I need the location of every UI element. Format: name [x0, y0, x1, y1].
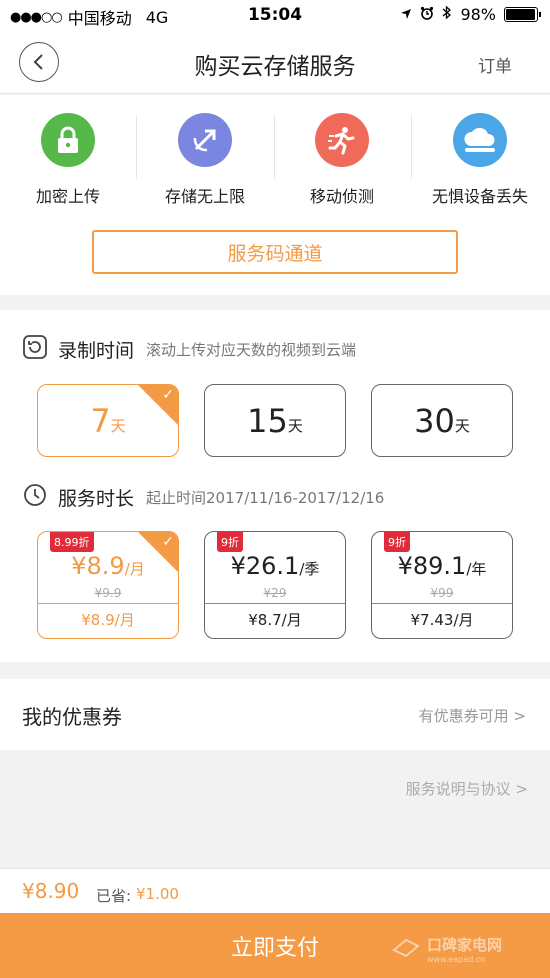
- plan-option-monthly[interactable]: 8.99折 ¥8.9/月 ¥9.9 ¥8.9/月 ✓: [37, 531, 179, 639]
- feature-label: 移动侦测: [309, 187, 374, 206]
- plan-option-quarterly[interactable]: 9折 ¥26.1/季 ¥29 ¥8.7/月: [204, 531, 346, 639]
- original-price: ¥9.9: [94, 586, 122, 600]
- orders-link[interactable]: 订单: [478, 52, 512, 77]
- original-price: ¥99: [430, 586, 454, 600]
- days-unit: 天: [454, 417, 470, 435]
- monthly-price: ¥8.7/月: [248, 611, 302, 629]
- saved-label: 已省:: [96, 887, 132, 905]
- bluetooth-icon: [442, 5, 452, 24]
- saved-amount: ¥1.00: [136, 885, 179, 903]
- plans-panel: 录制时间 滚动上传对应天数的视频到云端 7 天 ✓ 15 天 30 天 服务时长…: [0, 310, 550, 662]
- plan-period: /年: [466, 560, 487, 578]
- days-option-30[interactable]: 30 天: [371, 384, 513, 457]
- page-title: 购买云存储服务: [194, 54, 356, 80]
- days-option-7[interactable]: 7 天 ✓: [37, 384, 179, 457]
- features-panel: 加密上传 存储无上限 移动侦测 无惧设备丢失 服务码通道: [0, 95, 550, 295]
- coupon-row[interactable]: 我的优惠券 有优惠券可用 >: [0, 679, 550, 750]
- discount-badge: 9折: [384, 532, 410, 552]
- battery-percent: 98%: [460, 5, 496, 24]
- feature-label: 加密上传: [35, 187, 100, 206]
- monthly-price: ¥7.43/月: [410, 611, 474, 629]
- discount-badge: 9折: [217, 532, 243, 552]
- service-duration-header: 服务时长 起止时间2017/11/16-2017/12/16: [22, 482, 384, 512]
- pay-now-label: 立即支付: [230, 935, 319, 961]
- watermark: 口碑家电网 www.eapad.cn: [391, 934, 502, 964]
- feature-device-loss: 无惧设备丢失: [412, 113, 548, 207]
- days-value: 15: [247, 401, 288, 440]
- days-option-15[interactable]: 15 天: [204, 384, 346, 457]
- status-bar: ●●●○○ 中国移动 4G 15:04 98%: [0, 0, 550, 30]
- original-price: ¥29: [263, 586, 287, 600]
- days-value: 7: [90, 401, 111, 440]
- checkmark-icon: ✓: [162, 534, 174, 550]
- coupon-label: 我的优惠券: [22, 705, 122, 729]
- plan-price: ¥26.1: [230, 552, 300, 580]
- days-unit: 天: [110, 417, 126, 435]
- coupon-available-link[interactable]: 有优惠券可用 >: [419, 705, 526, 726]
- plan-price-area: 9折 ¥89.1/年 ¥99: [372, 532, 512, 604]
- service-duration-subtitle: 起止时间2017/11/16-2017/12/16: [146, 488, 385, 507]
- watermark-url: www.eapad.cn: [426, 955, 486, 964]
- service-code-button[interactable]: 服务码通道: [92, 230, 458, 274]
- order-summary: ¥8.90 已省: ¥1.00: [0, 868, 550, 913]
- feature-encrypted-upload: 加密上传: [0, 113, 136, 207]
- feature-unlimited-storage: 存储无上限: [137, 113, 273, 207]
- total-price: ¥8.90: [22, 879, 80, 903]
- plan-price: ¥8.9: [71, 552, 125, 580]
- recording-time-title: 录制时间: [58, 339, 135, 362]
- lock-icon: [41, 113, 95, 167]
- discount-badge: 8.99折: [50, 532, 94, 552]
- feature-label: 存储无上限: [164, 187, 245, 206]
- battery-icon: [504, 7, 541, 22]
- plan-option-yearly[interactable]: 9折 ¥89.1/年 ¥99 ¥7.43/月: [371, 531, 513, 639]
- watermark-text: 口碑家电网: [426, 936, 502, 954]
- checkmark-icon: ✓: [162, 387, 174, 403]
- replay-icon: [22, 334, 48, 364]
- location-arrow-icon: [400, 5, 412, 24]
- plan-price-area: 9折 ¥26.1/季 ¥29: [205, 532, 345, 604]
- alarm-icon: [420, 5, 434, 24]
- plan-price: ¥89.1: [397, 552, 467, 580]
- service-terms-link[interactable]: 服务说明与协议 >: [406, 778, 528, 799]
- monthly-price: ¥8.9/月: [81, 611, 135, 629]
- feature-label: 无惧设备丢失: [431, 187, 528, 206]
- nav-bar: 购买云存储服务 订单: [0, 30, 550, 94]
- days-value: 30: [414, 401, 455, 440]
- days-unit: 天: [287, 417, 303, 435]
- arrow-orbit-icon: [178, 113, 232, 167]
- recording-time-subtitle: 滚动上传对应天数的视频到云端: [146, 340, 357, 359]
- watermark-logo-icon: [391, 936, 421, 962]
- running-person-icon: [315, 113, 369, 167]
- clock-icon: [22, 482, 48, 512]
- feature-motion-detection: 移动侦测: [274, 113, 410, 207]
- plan-period: /季: [299, 560, 320, 578]
- service-duration-title: 服务时长: [58, 487, 135, 510]
- recording-time-header: 录制时间 滚动上传对应天数的视频到云端: [22, 334, 356, 364]
- cloud-icon: [453, 113, 507, 167]
